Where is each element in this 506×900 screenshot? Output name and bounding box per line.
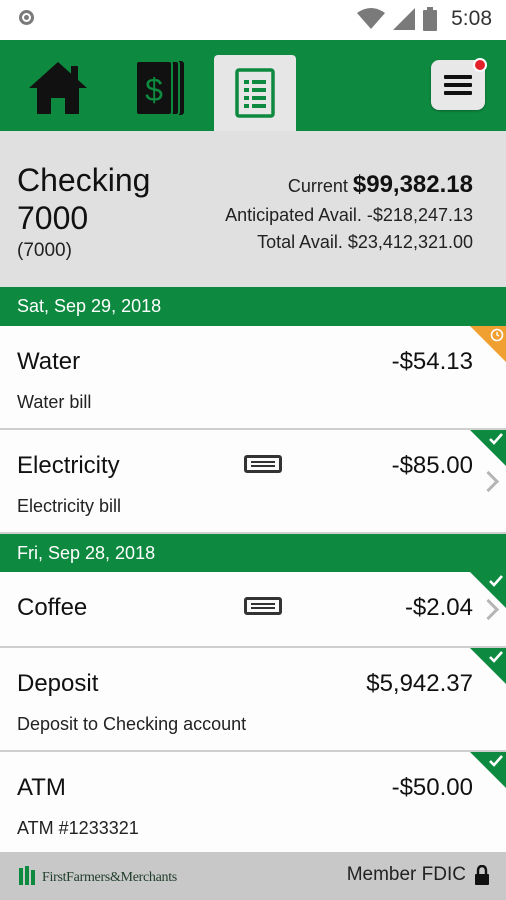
footer: FirstFarmers&Merchants Member FDIC: [0, 852, 506, 900]
transaction-description: Electricity bill: [17, 496, 122, 516]
wheat-logo-icon: [19, 866, 35, 885]
transaction-name: Electricity: [17, 452, 120, 479]
fdic-text: Member FDIC: [346, 864, 466, 885]
notification-circle-icon: [19, 10, 34, 25]
transaction-amount: -$2.04: [404, 594, 473, 621]
logo-text: FirstFarmers&Merchants: [42, 870, 177, 885]
current-value: $99,382.18: [352, 171, 473, 198]
transaction-row-water[interactable]: Water Water bill -$54.13: [0, 326, 506, 430]
card-icon: [244, 597, 282, 615]
transaction-amount: $5,942.37: [366, 670, 473, 697]
transaction-amount: -$85.00: [391, 452, 473, 479]
check-icon: [489, 755, 503, 767]
signal-icon: [393, 8, 416, 30]
total-balance: Total Avail. $23,412,321.00: [257, 232, 473, 253]
current-balance: Current $99,382.18: [288, 171, 473, 199]
check-icon: [489, 651, 503, 663]
status-icons: 5:08: [357, 7, 492, 31]
anticipated-value: -$218,247.13: [366, 205, 473, 225]
transaction-amount: -$54.13: [391, 348, 473, 375]
account-name: Checking 7000: [17, 162, 151, 236]
battery-icon: [423, 7, 438, 31]
fdic-notice: Member FDIC: [347, 864, 490, 886]
transaction-row-electricity[interactable]: Electricity Electricity bill -$85.00: [0, 430, 506, 534]
transaction-row-atm[interactable]: ATM ATM #1233321 -$50.00: [0, 752, 506, 852]
transaction-row-deposit[interactable]: Deposit Deposit to Checking account $5,9…: [0, 648, 506, 752]
anticipated-balance: Anticipated Avail. -$218,247.13: [225, 205, 473, 226]
money-icon: $: [135, 60, 184, 116]
current-label: Current: [287, 176, 348, 196]
total-value: $23,412,321.00: [347, 232, 473, 252]
transaction-description: Deposit to Checking account: [17, 714, 247, 734]
register-icon: [235, 68, 275, 118]
transaction-description: Water bill: [17, 392, 92, 412]
clock-icon: [490, 328, 504, 342]
clock: 5:08: [451, 7, 492, 30]
status-bar: 5:08: [0, 0, 506, 40]
account-number: (7000): [17, 240, 72, 261]
account-summary: Checking 7000 (7000) Current $99,382.18 …: [0, 131, 506, 287]
check-icon: [489, 575, 503, 587]
wifi-icon: [357, 8, 386, 29]
date-header: Fri, Sep 28, 2018: [0, 534, 506, 572]
lock-icon: [475, 865, 489, 885]
anticipated-label: Anticipated Avail.: [225, 205, 362, 225]
home-icon: [29, 62, 87, 114]
transaction-name: Deposit: [17, 670, 99, 697]
money-tab[interactable]: $: [128, 56, 192, 120]
bank-logo: FirstFarmers&Merchants: [18, 866, 177, 886]
transaction-amount: -$50.00: [391, 774, 473, 801]
home-tab[interactable]: [26, 56, 90, 120]
transaction-name: Water: [17, 348, 81, 375]
transaction-description: ATM #1233321: [17, 818, 139, 838]
check-icon: [489, 433, 503, 445]
transaction-name: ATM: [17, 774, 66, 801]
notification-badge: [473, 58, 487, 72]
transaction-row-coffee[interactable]: Coffee -$2.04: [0, 572, 506, 648]
svg-text:$: $: [145, 72, 163, 108]
hamburger-menu-icon: [444, 75, 472, 95]
transaction-name: Coffee: [17, 594, 88, 621]
card-icon: [244, 455, 282, 473]
register-tab[interactable]: [214, 55, 296, 131]
chevron-right-icon: [477, 470, 500, 493]
total-label: Total Avail.: [257, 232, 343, 252]
date-header: Sat, Sep 29, 2018: [0, 287, 506, 326]
